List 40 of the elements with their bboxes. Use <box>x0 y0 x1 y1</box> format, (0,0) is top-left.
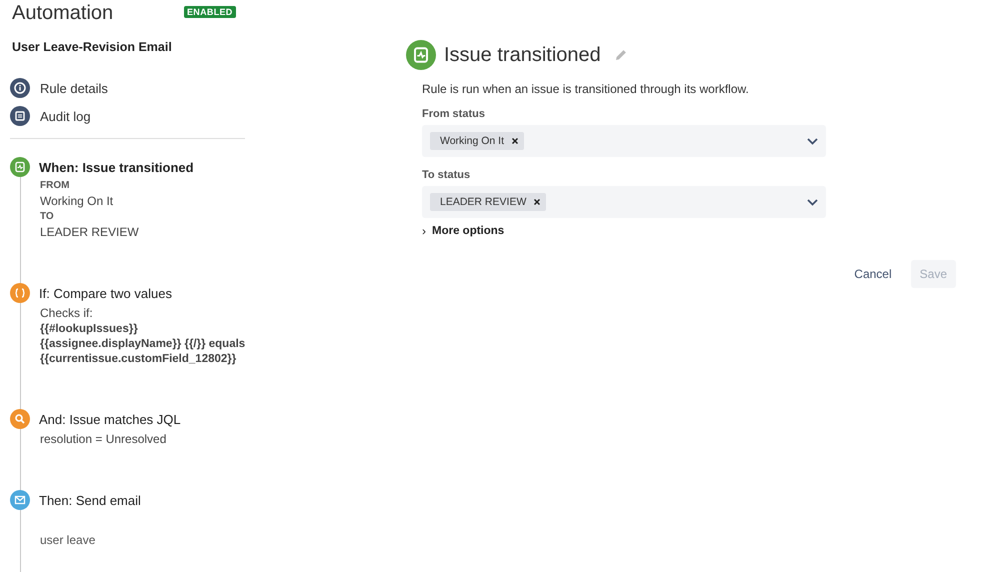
description: Rule is run when an issue is transitioned through its workflow. <box>422 82 750 96</box>
code-text: {{currentissue.customField_12802}} <box>40 353 238 365</box>
field-label: From status <box>422 108 486 120</box>
braces-icon <box>10 283 30 303</box>
list-icon <box>10 106 30 126</box>
step-detail: LEADER REVIEW <box>40 225 140 239</box>
step-detail: Working On It <box>40 194 114 208</box>
status-select[interactable]: LEADER REVIEW <box>422 186 826 218</box>
app-title: Automation <box>12 2 114 25</box>
mail-icon <box>10 490 30 510</box>
nav-item[interactable]: Audit log <box>10 106 91 126</box>
transition-icon <box>406 40 436 70</box>
field-label: FROM <box>40 180 70 191</box>
nav-item[interactable]: Rule details <box>10 78 108 98</box>
step-title[interactable]: When: Issue transitioned <box>39 160 194 174</box>
search-icon <box>10 409 30 429</box>
chevron-down-icon[interactable] <box>807 198 818 206</box>
code-text: {{#lookupIssues}} <box>40 323 139 335</box>
more-options-toggle[interactable]: › More options <box>422 224 504 238</box>
field-label: To status <box>422 169 472 181</box>
status-tag[interactable]: Working On It <box>430 132 524 150</box>
rule-name: User Leave-Revision Email <box>12 40 173 54</box>
status-badge: ENABLED <box>184 6 236 18</box>
panel-title: Issue transitioned <box>444 44 601 66</box>
transition-icon <box>10 157 30 177</box>
field-label: TO <box>40 211 55 222</box>
remove-icon[interactable] <box>512 138 518 144</box>
remove-icon[interactable] <box>534 199 540 205</box>
step-title[interactable]: If: Compare two values <box>39 286 172 300</box>
status-select[interactable]: Working On It <box>422 125 826 157</box>
step-detail: user leave <box>40 533 96 547</box>
step-detail: resolution = Unresolved <box>40 432 168 446</box>
step-title[interactable]: Then: Send email <box>39 492 141 508</box>
code-text: {{assignee.displayName}} {{/}} equals <box>40 338 246 350</box>
cancel-button[interactable]: Cancel <box>845 260 901 288</box>
status-tag[interactable]: LEADER REVIEW <box>430 193 546 211</box>
step-detail: Checks if: <box>40 306 94 320</box>
step-title[interactable]: And: Issue matches JQL <box>39 412 181 426</box>
chevron-down-icon[interactable] <box>807 138 818 144</box>
info-icon <box>10 78 30 98</box>
